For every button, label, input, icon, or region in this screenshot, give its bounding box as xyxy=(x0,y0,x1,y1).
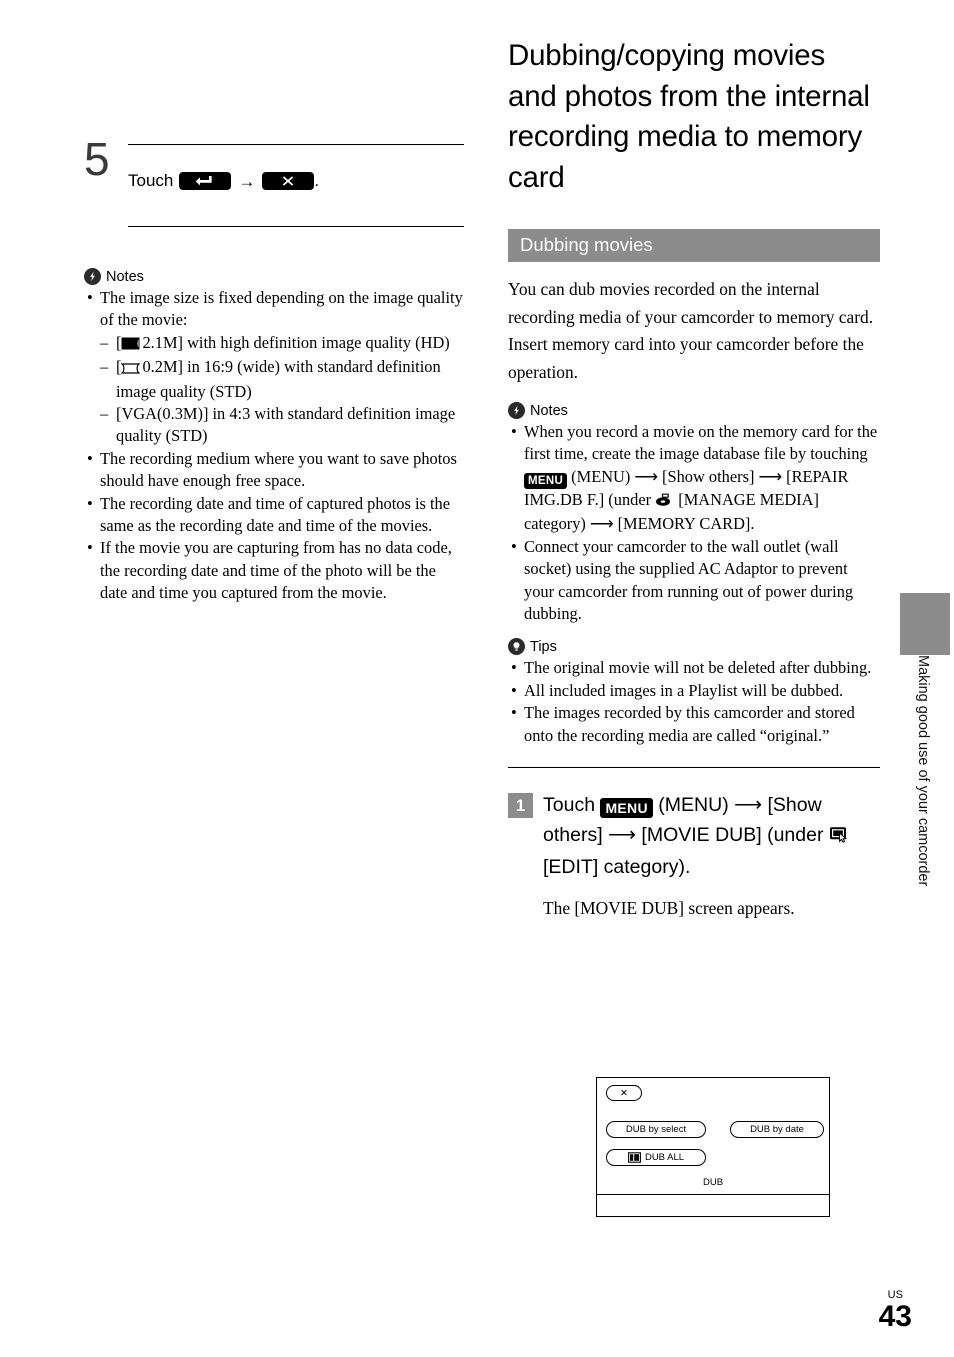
list-item: The recording date and time of captured … xyxy=(84,493,464,538)
note-text: The recording medium where you want to s… xyxy=(100,448,457,491)
list-item: The image size is fixed depending on the… xyxy=(84,287,464,448)
tip-text: The original movie will not be deleted a… xyxy=(524,658,872,678)
notes-heading-left: Notes xyxy=(84,268,464,285)
notes-list-left: The image size is fixed depending on the… xyxy=(84,287,464,605)
folio-number: 43 xyxy=(878,1300,912,1333)
note-text-part: When you record a movie on the memory ca… xyxy=(524,422,878,464)
procedure-text-part: [EDIT] category). xyxy=(543,856,691,879)
list-item: The original movie will not be deleted a… xyxy=(508,657,880,680)
section-divider xyxy=(508,767,880,769)
notes-heading-right: Notes xyxy=(508,402,880,419)
notes-badge-icon xyxy=(84,268,101,285)
list-item: If the movie you are capturing from has … xyxy=(84,537,464,604)
lcd-dub-by-select-button[interactable]: DUB by select xyxy=(606,1121,706,1138)
tips-heading-label: Tips xyxy=(530,638,557,655)
menu-key-icon[interactable]: MENU xyxy=(524,473,568,490)
tip-text: All included images in a Playlist will b… xyxy=(524,680,844,700)
return-key-icon[interactable] xyxy=(179,172,232,190)
list-item: The images recorded by this camcorder an… xyxy=(508,702,880,747)
list-item: [0.2M] in 16:9 (wide) with standard defi… xyxy=(100,356,464,403)
page-folio: US 43 xyxy=(879,1289,912,1333)
note-text: If the movie you are capturing from has … xyxy=(100,538,452,603)
intro-paragraph-1: You can dub movies recorded on the inter… xyxy=(508,279,874,327)
right-column: Dubbing/copying movies and photos from t… xyxy=(508,36,880,921)
step-5-block: 5 Touch → . xyxy=(84,130,464,234)
procedure-text-part: Touch xyxy=(543,794,601,817)
note-text-part: Connect your camcorder to the wall outle… xyxy=(524,536,854,624)
notes-heading-label: Notes xyxy=(106,268,144,285)
wide-image-size-outline-icon xyxy=(121,358,141,380)
lcd-dub-by-date-button[interactable]: DUB by date xyxy=(730,1121,824,1138)
note-subtext: 2.1M] with high definition image quality… xyxy=(142,332,450,352)
list-item: All included images in a Playlist will b… xyxy=(508,680,880,703)
page-title: Dubbing/copying movies and photos from t… xyxy=(508,39,870,194)
edit-category-icon xyxy=(829,822,850,852)
notes-badge-icon xyxy=(508,402,525,419)
note-text: The image size is fixed depending on the… xyxy=(100,288,463,330)
lcd-screen-illustration: ✕ DUB by select DUB by date DUB ALL DUB xyxy=(596,1077,830,1217)
chapter-tab-block xyxy=(900,593,950,655)
wide-image-size-filled-icon xyxy=(121,334,140,356)
note-text: The recording date and time of captured … xyxy=(100,493,451,536)
chapter-tab-label: Making good use of your camcorder xyxy=(915,655,931,887)
intro-paragraph-2: Insert memory card into your camcorder b… xyxy=(508,334,864,382)
step-instruction: Touch → . xyxy=(128,170,319,192)
lcd-dub-all-label: DUB ALL xyxy=(644,1152,685,1163)
step-number: 5 xyxy=(84,133,110,185)
notes-heading-label: Notes xyxy=(530,402,568,419)
lcd-footer-divider xyxy=(597,1194,829,1196)
procedure-step-text: Touch MENU (MENU) ⟶ [Show others] ⟶ [MOV… xyxy=(543,790,880,882)
list-item: [2.1M] with high definition image qualit… xyxy=(100,332,464,356)
step-instruction-period: . xyxy=(314,171,320,190)
left-column: 5 Touch → . Notes • The image size is fi… xyxy=(84,130,464,605)
list-item: [VGA(0.3M)] in 4:3 with standard definit… xyxy=(100,403,464,448)
dub-all-icon xyxy=(628,1152,641,1163)
lcd-footer-label: DUB xyxy=(702,1177,724,1188)
step-instruction-text: Touch xyxy=(128,171,174,190)
tips-badge-icon xyxy=(508,638,525,656)
close-key-icon[interactable] xyxy=(262,172,315,190)
list-item: When you record a movie on the memory ca… xyxy=(508,421,880,536)
tips-list: The original movie will not be deleted a… xyxy=(508,657,880,747)
section-header-bar: Dubbing movies xyxy=(508,229,880,262)
step-rule-top xyxy=(128,144,464,145)
manage-media-category-icon xyxy=(655,491,672,513)
notes-list-right: When you record a movie on the memory ca… xyxy=(508,421,880,625)
note-subtext: 0.2M] in 16:9 (wide) with standard defin… xyxy=(116,357,441,401)
notes-sublist: [2.1M] with high definition image qualit… xyxy=(100,332,464,448)
note-subtext: [VGA(0.3M)] in 4:3 with standard definit… xyxy=(116,404,456,446)
step-number-badge: 1 xyxy=(508,793,533,819)
procedure-result-text: The [MOVIE DUB] screen appears. xyxy=(543,898,795,919)
list-item: The recording medium where you want to s… xyxy=(84,448,464,493)
arrow-icon: → xyxy=(238,171,256,191)
procedure-step-1: 1 Touch MENU (MENU) ⟶ [Show others] ⟶ [M… xyxy=(508,790,880,882)
tips-heading: Tips xyxy=(508,638,880,656)
lcd-dub-all-button[interactable]: DUB ALL xyxy=(606,1149,706,1166)
tip-text: The images recorded by this camcorder an… xyxy=(524,703,855,745)
list-item: Connect your camcorder to the wall outle… xyxy=(508,536,880,626)
lcd-close-button[interactable]: ✕ xyxy=(606,1085,642,1101)
menu-key-icon[interactable]: MENU xyxy=(600,798,653,819)
step-rule-bottom xyxy=(128,226,464,227)
